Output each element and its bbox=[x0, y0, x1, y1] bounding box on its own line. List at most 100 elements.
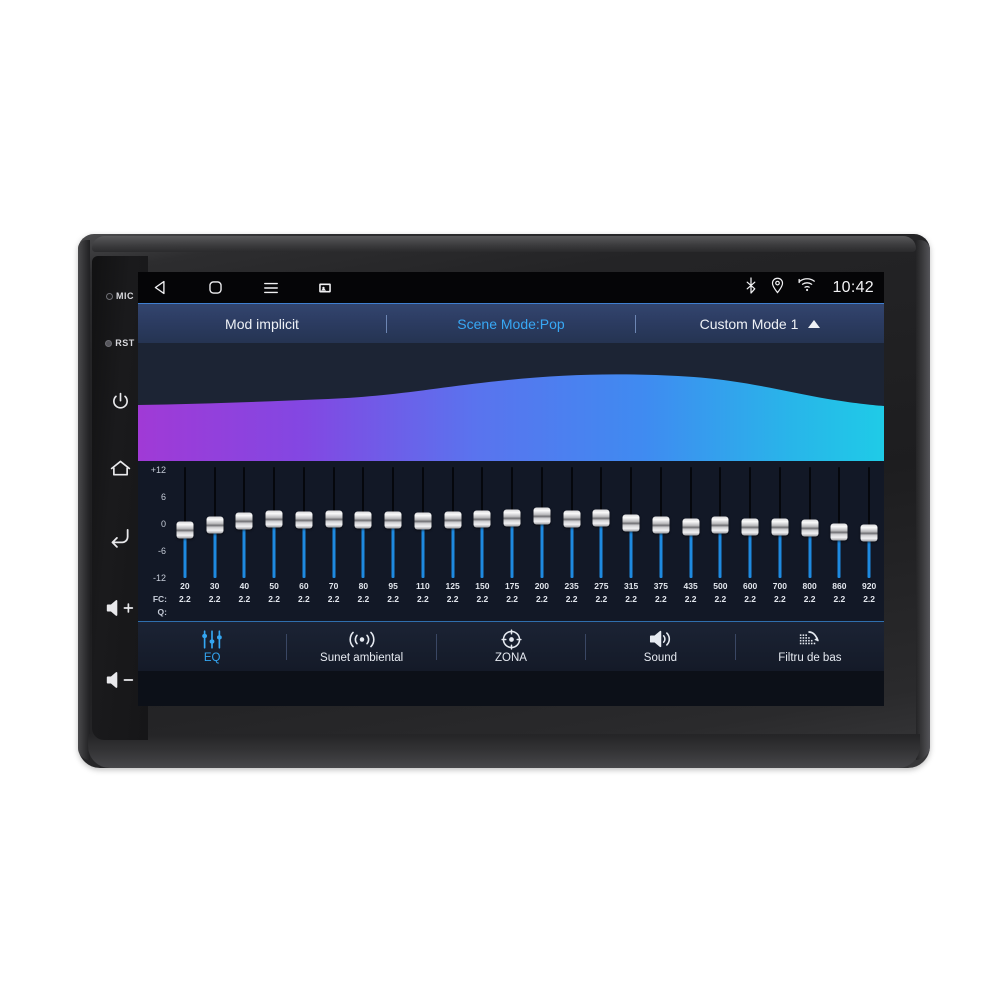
eq-band-q: 2.2 bbox=[565, 594, 578, 604]
eq-band: 920 2.2 bbox=[854, 463, 884, 621]
slider-thumb[interactable] bbox=[444, 511, 462, 529]
eq-band-labels: 110 2.2 bbox=[408, 580, 438, 606]
tab-eq[interactable]: EQ bbox=[138, 622, 286, 671]
eq-slider[interactable] bbox=[706, 463, 736, 580]
slider-fill bbox=[718, 527, 722, 578]
eq-slider[interactable] bbox=[319, 463, 349, 580]
slider-thumb[interactable] bbox=[563, 510, 581, 528]
slider-thumb[interactable] bbox=[830, 523, 848, 541]
eq-slider[interactable] bbox=[468, 463, 498, 580]
tab-sunet-ambiental[interactable]: Sunet ambiental bbox=[287, 622, 435, 671]
eq-band-frequency: 125 bbox=[445, 581, 460, 591]
menu-icon[interactable] bbox=[262, 280, 280, 296]
slider-thumb[interactable] bbox=[652, 516, 670, 534]
eq-band-q: 2.2 bbox=[506, 594, 519, 604]
tab-label: Sound bbox=[643, 651, 678, 664]
slider-thumb[interactable] bbox=[711, 516, 729, 534]
eq-slider[interactable] bbox=[765, 463, 795, 580]
eq-band-labels: 600 2.2 bbox=[735, 580, 765, 606]
slider-thumb[interactable] bbox=[235, 512, 253, 530]
equalizer-icon bbox=[200, 629, 224, 649]
eq-slider[interactable] bbox=[735, 463, 765, 580]
eq-band-q: 2.2 bbox=[476, 594, 489, 604]
eq-band-frequency: 275 bbox=[594, 581, 609, 591]
eq-band-labels: 125 2.2 bbox=[438, 580, 468, 606]
eq-band-q: 2.2 bbox=[744, 594, 757, 604]
eq-slider[interactable] bbox=[259, 463, 289, 580]
slider-thumb[interactable] bbox=[414, 512, 432, 530]
eq-slider[interactable] bbox=[854, 463, 884, 580]
slider-thumb[interactable] bbox=[295, 511, 313, 529]
q-row-label: Q: bbox=[157, 607, 167, 617]
tab-filtru-de-bas[interactable]: Filtru de bas bbox=[736, 622, 884, 671]
equalizer-panel: +12 6 0 -6 -12 FC: Q: 20 2.2 30 2.2 40 2.2 50 2… bbox=[138, 461, 884, 621]
tab-zona[interactable]: ZONA bbox=[437, 622, 585, 671]
eq-band: 235 2.2 bbox=[557, 463, 587, 621]
slider-fill bbox=[808, 529, 812, 578]
home-square-icon[interactable] bbox=[207, 279, 224, 296]
eq-band: 800 2.2 bbox=[795, 463, 825, 621]
eq-band-frequency: 235 bbox=[564, 581, 579, 591]
eq-slider[interactable] bbox=[825, 463, 855, 580]
eq-slider[interactable] bbox=[170, 463, 200, 580]
slider-thumb[interactable] bbox=[771, 518, 789, 536]
eq-slider[interactable] bbox=[676, 463, 706, 580]
eq-band-q: 2.2 bbox=[803, 594, 816, 604]
slider-thumb[interactable] bbox=[860, 524, 878, 542]
slider-thumb[interactable] bbox=[622, 514, 640, 532]
slider-thumb[interactable] bbox=[682, 518, 700, 536]
eq-slider[interactable] bbox=[527, 463, 557, 580]
eq-slider[interactable] bbox=[349, 463, 379, 580]
back-triangle-icon[interactable] bbox=[152, 279, 169, 296]
eq-band-labels: 435 2.2 bbox=[676, 580, 706, 606]
eq-slider[interactable] bbox=[289, 463, 319, 580]
slider-thumb[interactable] bbox=[265, 510, 283, 528]
slider-thumb[interactable] bbox=[801, 519, 819, 537]
eq-band-labels: 30 2.2 bbox=[200, 580, 230, 606]
eq-band-frequency: 30 bbox=[209, 581, 220, 591]
slider-thumb[interactable] bbox=[741, 518, 759, 536]
eq-band-labels: 50 2.2 bbox=[259, 580, 289, 606]
slider-fill bbox=[332, 521, 336, 578]
eq-slider[interactable] bbox=[408, 463, 438, 580]
slider-thumb[interactable] bbox=[206, 516, 224, 534]
eq-band: 30 2.2 bbox=[200, 463, 230, 621]
car-head-unit-device: MIC RST 10:42 Mod implicit Scene Mode:Po… bbox=[78, 234, 930, 768]
eq-band: 315 2.2 bbox=[616, 463, 646, 621]
eq-band-labels: 200 2.2 bbox=[527, 580, 557, 606]
eq-slider[interactable] bbox=[497, 463, 527, 580]
eq-band-q: 2.2 bbox=[416, 594, 429, 604]
screenshot-icon[interactable] bbox=[318, 282, 332, 294]
default-mode-button[interactable]: Mod implicit bbox=[138, 316, 386, 332]
eq-band-frequency: 50 bbox=[269, 581, 279, 591]
eq-slider[interactable] bbox=[587, 463, 617, 580]
slider-thumb[interactable] bbox=[354, 511, 372, 529]
scene-mode-button[interactable]: Scene Mode:Pop bbox=[387, 316, 635, 332]
eq-slider[interactable] bbox=[795, 463, 825, 580]
slider-thumb[interactable] bbox=[533, 507, 551, 525]
eq-band-frequency: 110 bbox=[416, 581, 430, 591]
slider-thumb[interactable] bbox=[473, 510, 491, 528]
eq-slider[interactable] bbox=[378, 463, 408, 580]
slider-thumb[interactable] bbox=[503, 509, 521, 527]
eq-band-q: 2.2 bbox=[446, 594, 459, 604]
slider-thumb[interactable] bbox=[592, 509, 610, 527]
eq-slider[interactable] bbox=[200, 463, 230, 580]
eq-slider[interactable] bbox=[646, 463, 676, 580]
eq-slider[interactable] bbox=[438, 463, 468, 580]
caret-up-icon[interactable] bbox=[808, 319, 821, 328]
power-icon bbox=[110, 391, 131, 412]
slider-thumb[interactable] bbox=[176, 521, 194, 539]
status-indicators: 10:42 bbox=[745, 276, 874, 299]
tab-sound[interactable]: Sound bbox=[586, 622, 734, 671]
eq-slider[interactable] bbox=[616, 463, 646, 580]
eq-band-frequency: 175 bbox=[505, 581, 520, 591]
bass-filter-icon bbox=[798, 630, 822, 649]
slider-thumb[interactable] bbox=[325, 510, 343, 528]
eq-slider[interactable] bbox=[557, 463, 587, 580]
custom-mode-button[interactable]: Custom Mode 1 bbox=[636, 316, 884, 332]
eq-slider[interactable] bbox=[230, 463, 260, 580]
eq-mode-bar: Mod implicit Scene Mode:Pop Custom Mode … bbox=[138, 303, 884, 343]
slider-thumb[interactable] bbox=[384, 511, 402, 529]
eq-band-labels: 175 2.2 bbox=[497, 580, 527, 606]
